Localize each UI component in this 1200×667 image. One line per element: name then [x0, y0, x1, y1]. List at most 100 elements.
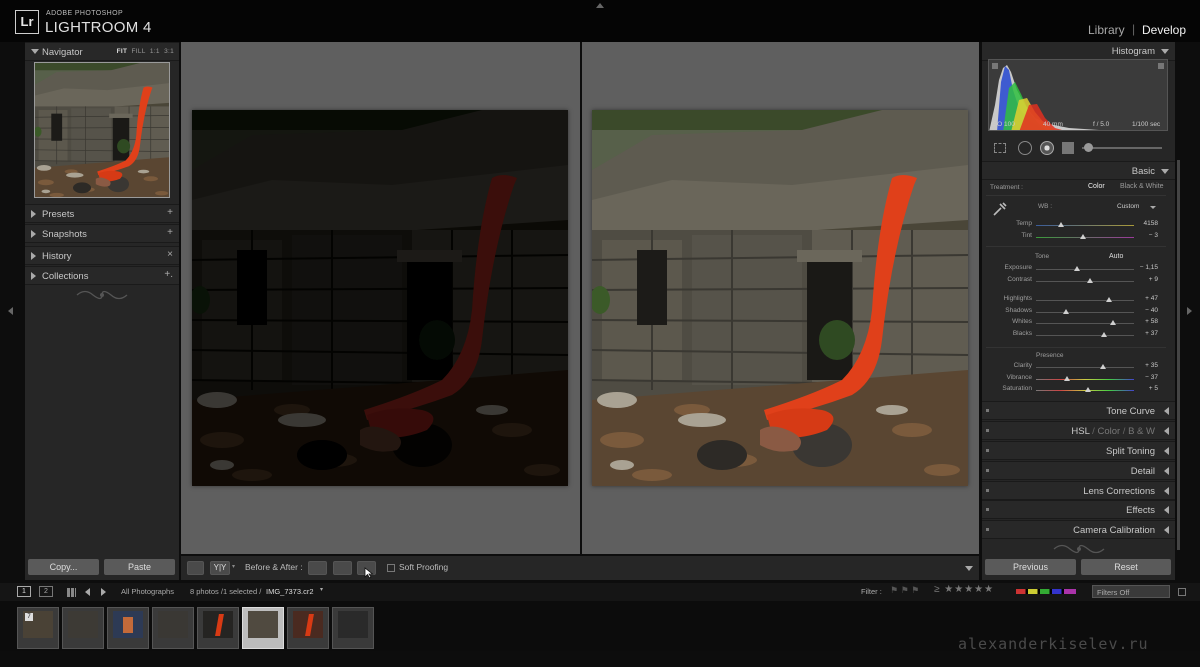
- loupe-view-icon[interactable]: [187, 561, 204, 575]
- adjustment-brush-icon[interactable]: [1084, 143, 1093, 152]
- star-filter-icon[interactable]: ≥ ★★★★★: [934, 584, 994, 595]
- slider-value[interactable]: + 47: [1132, 295, 1158, 302]
- red-eye-icon[interactable]: [1040, 141, 1054, 155]
- color-tab[interactable]: Color: [1097, 426, 1120, 437]
- module-library[interactable]: Library: [1088, 23, 1125, 37]
- filmstrip-thumbnail[interactable]: [197, 607, 239, 649]
- color-label-filter[interactable]: [1016, 589, 1076, 594]
- filename-dropdown-icon[interactable]: ▾: [320, 586, 323, 593]
- slider-row[interactable]: Contrast + 9: [982, 276, 1175, 287]
- panel-history[interactable]: History ×: [25, 246, 179, 265]
- top-panel-toggle-icon[interactable]: [596, 3, 604, 8]
- zoom-1-1[interactable]: 1:1: [150, 48, 160, 55]
- grid-view-icon[interactable]: [67, 588, 76, 597]
- slider-row[interactable]: Tint − 3: [982, 232, 1175, 243]
- lens-corrections-header[interactable]: Lens Corrections: [982, 481, 1175, 500]
- module-develop[interactable]: Develop: [1142, 23, 1186, 37]
- wb-select[interactable]: Custom: [1117, 203, 1139, 210]
- copy-after-to-before-button[interactable]: [333, 561, 352, 575]
- primary-display-button[interactable]: 1: [17, 586, 31, 597]
- filmstrip-thumbnail[interactable]: [152, 607, 194, 649]
- panel-switch-icon[interactable]: [986, 449, 989, 452]
- toolbar-menu-icon[interactable]: [965, 566, 973, 571]
- wb-dropdown-icon[interactable]: [1150, 206, 1156, 209]
- slider-value[interactable]: − 40: [1132, 307, 1158, 314]
- crop-tool-icon[interactable]: [994, 143, 1006, 153]
- panel-switch-icon[interactable]: [986, 429, 989, 432]
- slider-knob[interactable]: [1057, 222, 1064, 227]
- panel-switch-icon[interactable]: [986, 528, 989, 531]
- auto-tone-button[interactable]: Auto: [1109, 253, 1123, 260]
- filter-lock-icon[interactable]: [1178, 588, 1186, 596]
- slider-knob[interactable]: [1099, 364, 1106, 369]
- slider-value[interactable]: + 37: [1132, 330, 1158, 337]
- filmstrip-thumbnail[interactable]: [62, 607, 104, 649]
- bw-tab[interactable]: B & W: [1128, 426, 1155, 437]
- slider-knob[interactable]: [1074, 266, 1081, 271]
- slider-value[interactable]: 4158: [1132, 220, 1158, 227]
- slider-row[interactable]: Clarity + 35: [982, 362, 1175, 373]
- basic-header[interactable]: Basic: [982, 161, 1175, 180]
- soft-proofing-checkbox[interactable]: [387, 564, 395, 572]
- slider-row[interactable]: Exposure − 1,15: [982, 264, 1175, 275]
- filters-select[interactable]: Filters Off: [1092, 585, 1170, 598]
- slider-knob[interactable]: [1110, 320, 1117, 325]
- graduated-filter-icon[interactable]: [1062, 142, 1074, 154]
- panel-switch-icon[interactable]: [986, 508, 989, 511]
- view-mode-dropdown-icon[interactable]: ▾: [232, 563, 235, 570]
- slider-track[interactable]: [1036, 225, 1134, 226]
- slider-track[interactable]: [1036, 323, 1134, 324]
- slider-track[interactable]: [1036, 334, 1134, 336]
- slider-track[interactable]: [1036, 378, 1134, 380]
- slider-row[interactable]: Whites + 58: [982, 318, 1175, 329]
- filmstrip-thumbnail[interactable]: [287, 607, 329, 649]
- reset-button[interactable]: Reset: [1081, 559, 1171, 575]
- slider-row[interactable]: Blacks + 37: [982, 330, 1175, 341]
- slider-knob[interactable]: [1080, 233, 1087, 239]
- slider-knob[interactable]: [1063, 308, 1070, 314]
- spot-removal-icon[interactable]: [1018, 141, 1032, 155]
- filename[interactable]: IMG_7373.cr2: [266, 587, 314, 596]
- split-toning-header[interactable]: Split Toning: [982, 441, 1175, 460]
- slider-value[interactable]: − 37: [1132, 374, 1158, 381]
- clear-history-icon[interactable]: ×: [167, 249, 173, 260]
- slider-track[interactable]: [1036, 280, 1134, 282]
- slider-knob[interactable]: [1084, 387, 1091, 392]
- zoom-fill[interactable]: FILL: [131, 48, 145, 55]
- slider-knob[interactable]: [1086, 277, 1093, 283]
- slider-value[interactable]: − 3: [1132, 232, 1158, 239]
- panel-switch-icon[interactable]: [986, 409, 989, 412]
- zoom-3-1[interactable]: 3:1: [164, 48, 174, 55]
- navigator-header[interactable]: Navigator FIT FILL 1:1 3:1: [25, 42, 179, 61]
- highlight-clipping-icon[interactable]: [1158, 63, 1164, 69]
- slider-row[interactable]: Saturation + 5: [982, 385, 1175, 396]
- source-label[interactable]: All Photographs: [121, 587, 174, 596]
- before-image[interactable]: [192, 110, 568, 486]
- treatment-color-option[interactable]: Color: [1088, 183, 1105, 190]
- add-collection-icon[interactable]: +.: [164, 269, 173, 280]
- slider-row[interactable]: Temp 4158: [982, 220, 1175, 231]
- hsl-header[interactable]: HSL / Color / B & W: [982, 421, 1175, 440]
- slider-row[interactable]: Vibrance − 37: [982, 374, 1175, 385]
- slider-row[interactable]: Highlights + 47: [982, 295, 1175, 306]
- camera-calibration-header[interactable]: Camera Calibration: [982, 520, 1175, 539]
- effects-header[interactable]: Effects: [982, 500, 1175, 519]
- after-image[interactable]: [592, 110, 968, 486]
- slider-track[interactable]: [1036, 311, 1134, 313]
- paste-button[interactable]: Paste: [104, 559, 175, 575]
- panel-snapshots[interactable]: Snapshots +: [25, 224, 179, 243]
- left-panel-toggle-icon[interactable]: [8, 307, 13, 315]
- detail-header[interactable]: Detail: [982, 461, 1175, 480]
- slider-knob[interactable]: [1100, 331, 1107, 337]
- previous-button[interactable]: Previous: [985, 559, 1076, 575]
- slider-value[interactable]: + 35: [1132, 362, 1158, 369]
- zoom-fit[interactable]: FIT: [117, 48, 128, 55]
- tone-curve-header[interactable]: Tone Curve: [982, 401, 1175, 420]
- right-panel-scrollbar[interactable]: [1177, 160, 1180, 550]
- slider-track[interactable]: [1036, 269, 1134, 270]
- slider-value[interactable]: − 1,15: [1132, 264, 1158, 271]
- slider-value[interactable]: + 9: [1132, 276, 1158, 283]
- filmstrip-thumbnail[interactable]: [107, 607, 149, 649]
- slider-value[interactable]: + 58: [1132, 318, 1158, 325]
- adjustment-brush-slider[interactable]: [1082, 147, 1162, 149]
